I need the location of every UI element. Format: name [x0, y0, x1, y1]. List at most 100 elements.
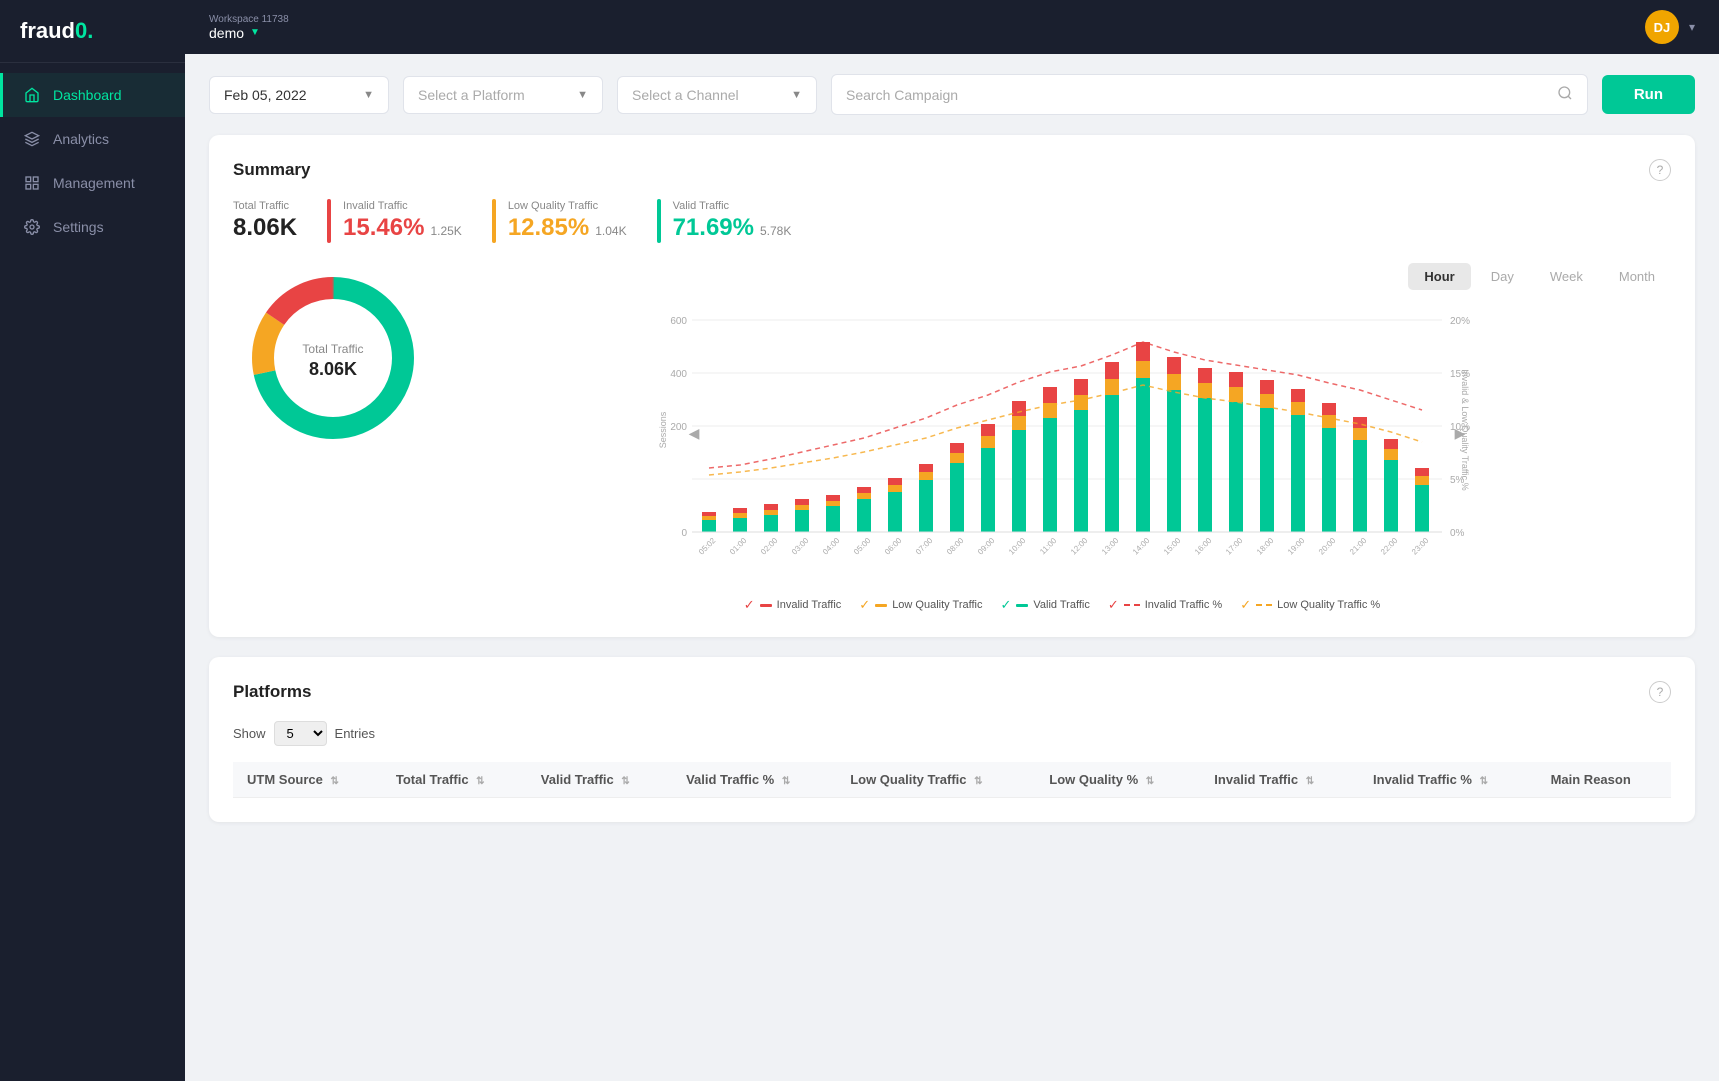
- time-day-button[interactable]: Day: [1475, 263, 1530, 290]
- entries-select[interactable]: 5 10 25: [274, 721, 327, 746]
- sidebar-item-settings[interactable]: Settings: [0, 205, 185, 249]
- platforms-title: Platforms: [233, 682, 311, 702]
- low-quality-count: 1.04K: [595, 224, 626, 238]
- invalid-traffic-label: Invalid Traffic: [343, 200, 462, 212]
- platform-placeholder: Select a Platform: [418, 87, 525, 103]
- low-quality-stat: Low Quality Traffic 12.85% 1.04K: [492, 199, 627, 243]
- bar-group-3: [795, 499, 809, 532]
- bar-group-12: [1074, 379, 1088, 532]
- search-icon: [1557, 85, 1573, 104]
- date-chevron-icon: ▼: [363, 89, 374, 101]
- legend-invalid-color: [760, 604, 772, 607]
- sidebar-item-dashboard[interactable]: Dashboard: [0, 73, 185, 117]
- channel-placeholder: Select a Channel: [632, 87, 739, 103]
- svg-text:◀: ◀: [689, 425, 700, 441]
- svg-text:19:00: 19:00: [1286, 536, 1307, 557]
- svg-text:22:00: 22:00: [1379, 536, 1400, 557]
- donut-center-label: Total Traffic: [302, 342, 363, 356]
- svg-text:02:00: 02:00: [759, 536, 780, 557]
- bar-group-9: [981, 424, 995, 532]
- invalid-traffic-bar: [327, 199, 331, 243]
- sidebar-nav: Dashboard Analytics Management Settings: [0, 63, 185, 259]
- legend-invalid: ✓ Invalid Traffic: [744, 597, 842, 613]
- bar-group-2: [764, 504, 778, 532]
- low-quality-bar: [492, 199, 496, 243]
- settings-icon: [23, 218, 41, 236]
- summary-stats: Total Traffic 8.06K Invalid Traffic 15.4…: [233, 199, 1671, 243]
- col-lq-traffic[interactable]: Low Quality Traffic ⇅: [836, 762, 1035, 798]
- low-quality-label: Low Quality Traffic: [508, 200, 627, 212]
- bar-group-7: [919, 464, 933, 532]
- svg-text:20:00: 20:00: [1317, 536, 1338, 557]
- bar-group-0: [702, 512, 716, 532]
- col-invalid-pct[interactable]: Invalid Traffic % ⇅: [1359, 762, 1537, 798]
- col-lq-pct[interactable]: Low Quality % ⇅: [1035, 762, 1200, 798]
- sidebar: fraud0. Dashboard Analytics Management: [0, 0, 185, 1081]
- filter-bar: Feb 05, 2022 ▼ Select a Platform ▼ Selec…: [209, 74, 1695, 115]
- platform-chevron-icon: ▼: [577, 89, 588, 101]
- search-placeholder: Search Campaign: [846, 87, 958, 103]
- legend-lq-pct-label: Low Quality Traffic %: [1277, 599, 1380, 611]
- topbar-chevron-icon[interactable]: ▾: [1689, 20, 1695, 34]
- time-hour-button[interactable]: Hour: [1408, 263, 1470, 290]
- svg-text:600: 600: [670, 316, 687, 327]
- legend-lq-pct-line: [1256, 604, 1272, 606]
- time-month-button[interactable]: Month: [1603, 263, 1671, 290]
- workspace-name[interactable]: demo ▼: [209, 25, 289, 41]
- date-filter[interactable]: Feb 05, 2022 ▼: [209, 76, 389, 114]
- svg-text:13:00: 13:00: [1100, 536, 1121, 557]
- legend-valid: ✓ Valid Traffic: [1000, 597, 1089, 613]
- search-campaign[interactable]: Search Campaign: [831, 74, 1588, 115]
- logo: fraud0.: [0, 0, 185, 63]
- time-week-button[interactable]: Week: [1534, 263, 1599, 290]
- workspace-dropdown-arrow: ▼: [250, 27, 260, 38]
- bar-group-8: [950, 443, 964, 532]
- logo-text-fraud: fraud: [20, 18, 75, 43]
- chart-container: Total Traffic 8.06K Hour Day Week Month: [233, 263, 1671, 613]
- sidebar-item-dashboard-label: Dashboard: [53, 87, 122, 103]
- svg-text:0%: 0%: [1450, 528, 1465, 539]
- bar-group-4: [826, 495, 840, 532]
- col-main-reason[interactable]: Main Reason: [1537, 762, 1671, 798]
- sidebar-item-analytics-label: Analytics: [53, 131, 109, 147]
- platforms-table: UTM Source ⇅ Total Traffic ⇅ Valid Traff…: [233, 762, 1671, 798]
- col-invalid-traffic[interactable]: Invalid Traffic ⇅: [1200, 762, 1359, 798]
- platform-filter[interactable]: Select a Platform ▼: [403, 76, 603, 114]
- sidebar-item-management[interactable]: Management: [0, 161, 185, 205]
- topbar-right: DJ ▾: [1645, 10, 1695, 44]
- svg-text:20%: 20%: [1450, 316, 1470, 327]
- total-traffic-value: 8.06K: [233, 214, 297, 242]
- sidebar-item-analytics[interactable]: Analytics: [0, 117, 185, 161]
- valid-traffic-pct: 71.69%: [673, 214, 754, 242]
- bar-group-13: [1105, 362, 1119, 532]
- col-utm-source[interactable]: UTM Source ⇅: [233, 762, 382, 798]
- legend-invalid-label: Invalid Traffic: [777, 599, 842, 611]
- bar-chart-svg: 600 400 200 0 Sessions 20% 15% 10% 5% 0%: [453, 300, 1671, 580]
- svg-text:01:00: 01:00: [728, 536, 749, 557]
- total-traffic-label: Total Traffic: [233, 200, 297, 212]
- donut-svg: Total Traffic 8.06K: [238, 263, 428, 453]
- col-valid-pct[interactable]: Valid Traffic % ⇅: [672, 762, 836, 798]
- show-label: Show: [233, 726, 266, 741]
- avatar[interactable]: DJ: [1645, 10, 1679, 44]
- donut-center-value: 8.06K: [309, 359, 357, 379]
- col-valid-traffic[interactable]: Valid Traffic ⇅: [527, 762, 672, 798]
- legend-valid-color: [1016, 604, 1028, 607]
- summary-help-icon[interactable]: ?: [1649, 159, 1671, 181]
- bar-group-21: [1353, 417, 1367, 532]
- svg-text:18:00: 18:00: [1255, 536, 1276, 557]
- svg-text:Sessions: Sessions: [658, 411, 668, 448]
- table-header: UTM Source ⇅ Total Traffic ⇅ Valid Traff…: [233, 762, 1671, 798]
- legend-invalid-check-icon: ✓: [744, 597, 755, 613]
- run-button[interactable]: Run: [1602, 75, 1695, 114]
- col-total-traffic[interactable]: Total Traffic ⇅: [382, 762, 527, 798]
- channel-filter[interactable]: Select a Channel ▼: [617, 76, 817, 114]
- valid-traffic-stat: Valid Traffic 71.69% 5.78K: [657, 199, 792, 243]
- platforms-help-icon[interactable]: ?: [1649, 681, 1671, 703]
- home-icon: [23, 86, 41, 104]
- summary-title: Summary: [233, 160, 310, 180]
- legend-low-quality: ✓ Low Quality Traffic: [859, 597, 982, 613]
- svg-text:21:00: 21:00: [1348, 536, 1369, 557]
- invalid-traffic-pct: 15.46%: [343, 214, 424, 242]
- svg-text:0: 0: [681, 528, 687, 539]
